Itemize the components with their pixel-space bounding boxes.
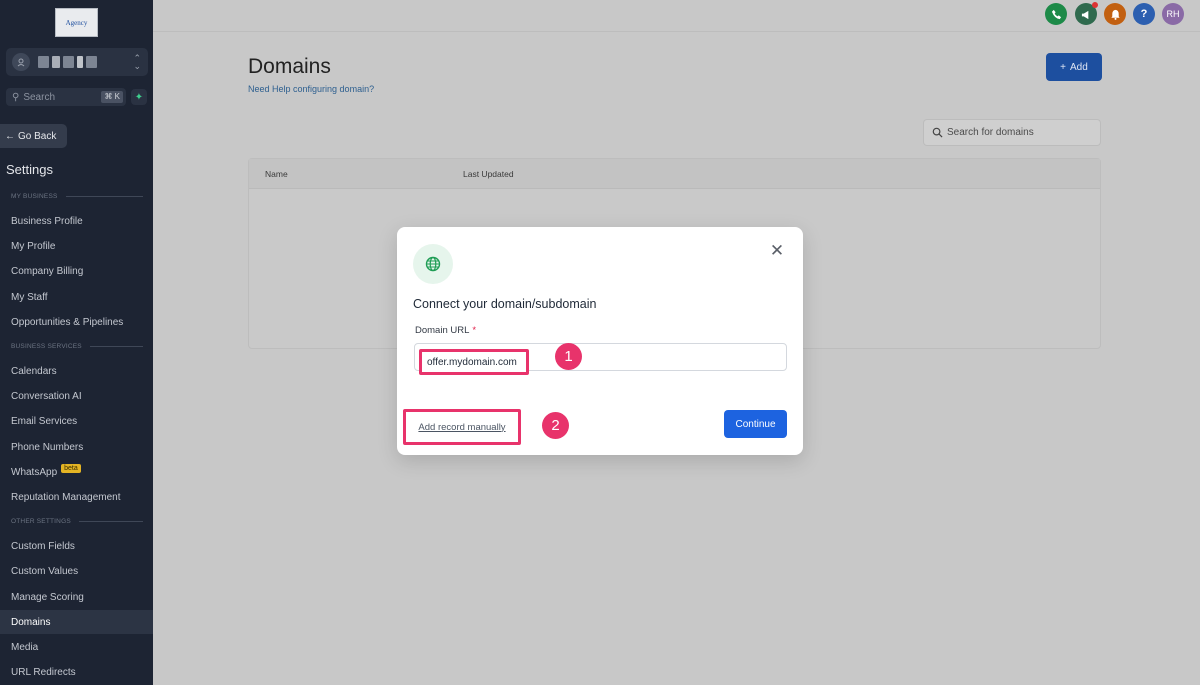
add-domain-button[interactable]: + Add <box>1046 53 1102 81</box>
search-icon: ⚲ <box>12 91 20 103</box>
go-back-button[interactable]: ← Go Back <box>0 124 67 148</box>
chevron-updown-icon: ⌃ ⌄ <box>133 53 141 71</box>
account-name-blurred <box>38 56 97 68</box>
plus-icon: + <box>1060 61 1067 73</box>
globe-icon <box>413 244 453 284</box>
section-business-services: BUSINESS SERVICES <box>11 343 143 350</box>
section-other-settings: OTHER SETTINGS <box>11 518 143 525</box>
top-bar: ? RH <box>153 0 1200 32</box>
page-title: Domains <box>248 55 331 78</box>
sidebar-item-reputation[interactable]: Reputation Management <box>0 485 153 509</box>
required-marker: * <box>472 325 477 336</box>
continue-button[interactable]: Continue <box>724 410 787 438</box>
sidebar-search-placeholder: Search <box>23 91 56 103</box>
section-my-business-label: MY BUSINESS <box>11 193 58 200</box>
sidebar-item-phone-numbers[interactable]: Phone Numbers <box>0 435 153 459</box>
search-icon <box>932 127 943 138</box>
sidebar-item-domains[interactable]: Domains <box>0 610 153 634</box>
add-record-highlight: Add record manually <box>403 409 521 445</box>
bell-icon[interactable] <box>1104 3 1126 25</box>
section-other-settings-label: OTHER SETTINGS <box>11 518 71 525</box>
sidebar-search[interactable]: ⚲ Search ⌘ K <box>6 88 126 106</box>
notification-dot <box>1092 2 1098 8</box>
sidebar-item-whatsapp-label: WhatsApp <box>11 466 58 478</box>
agency-logo[interactable]: Agency <box>55 8 98 37</box>
close-icon[interactable]: ✕ <box>769 242 785 259</box>
help-configuring-link[interactable]: Need Help configuring domain? <box>248 84 374 94</box>
sidebar-item-media[interactable]: Media <box>0 635 153 659</box>
annotation-badge-1: 1 <box>555 343 582 370</box>
user-avatar[interactable]: RH <box>1162 3 1184 25</box>
logo-text: Agency <box>65 18 88 27</box>
table-header: Name Last Updated <box>249 159 1100 189</box>
sidebar-item-opportunities[interactable]: Opportunities & Pipelines <box>0 310 153 334</box>
sidebar-item-custom-fields[interactable]: Custom Fields <box>0 534 153 558</box>
column-last-updated: Last Updated <box>463 169 514 179</box>
sidebar-item-my-staff[interactable]: My Staff <box>0 285 153 309</box>
modal-title: Connect your domain/subdomain <box>413 297 597 311</box>
annotation-badge-2: 2 <box>542 412 569 439</box>
sidebar-item-custom-values[interactable]: Custom Values <box>0 559 153 583</box>
search-shortcut: ⌘ K <box>101 91 123 103</box>
beta-badge: beta <box>61 463 81 473</box>
sidebar-item-email-services[interactable]: Email Services <box>0 409 153 433</box>
add-button-label: Add <box>1070 61 1088 73</box>
sidebar-item-whatsapp[interactable]: WhatsApp beta <box>0 460 153 484</box>
location-icon <box>12 53 30 71</box>
sidebar-item-calendars[interactable]: Calendars <box>0 359 153 383</box>
account-switcher[interactable]: ⌃ ⌄ <box>6 48 148 76</box>
megaphone-icon[interactable] <box>1075 2 1098 25</box>
domain-url-label: Domain URL * <box>415 325 476 336</box>
sidebar-item-manage-scoring[interactable]: Manage Scoring <box>0 585 153 609</box>
arrow-left-icon: ← <box>5 130 15 142</box>
column-name: Name <box>265 169 288 179</box>
phone-icon[interactable] <box>1045 3 1067 25</box>
domain-search-placeholder: Search for domains <box>947 127 1034 138</box>
sidebar-item-business-profile[interactable]: Business Profile <box>0 209 153 233</box>
sidebar-item-conversation-ai[interactable]: Conversation AI <box>0 384 153 408</box>
go-back-label: Go Back <box>18 130 57 142</box>
sidebar-item-company-billing[interactable]: Company Billing <box>0 259 153 283</box>
ai-spark-icon[interactable]: ✦ <box>131 89 147 105</box>
sidebar-item-my-profile[interactable]: My Profile <box>0 234 153 258</box>
add-record-manually-link[interactable]: Add record manually <box>418 422 505 433</box>
section-business-services-label: BUSINESS SERVICES <box>11 343 82 350</box>
section-my-business: MY BUSINESS <box>11 193 143 200</box>
domain-search-input[interactable]: Search for domains <box>923 119 1101 146</box>
connect-domain-modal: ✕ Connect your domain/subdomain Domain U… <box>397 227 803 455</box>
help-icon[interactable]: ? <box>1133 3 1155 25</box>
sidebar: Agency ⌃ ⌄ ⚲ Search ⌘ K ✦ ← Go Back Setti… <box>0 0 153 685</box>
sidebar-item-url-redirects[interactable]: URL Redirects <box>0 660 153 684</box>
domain-url-value-highlighted: offer.mydomain.com <box>419 349 529 375</box>
domain-url-input[interactable]: offer.mydomain.com <box>414 343 787 375</box>
domain-url-label-text: Domain URL <box>415 325 470 336</box>
settings-title: Settings <box>6 162 53 177</box>
